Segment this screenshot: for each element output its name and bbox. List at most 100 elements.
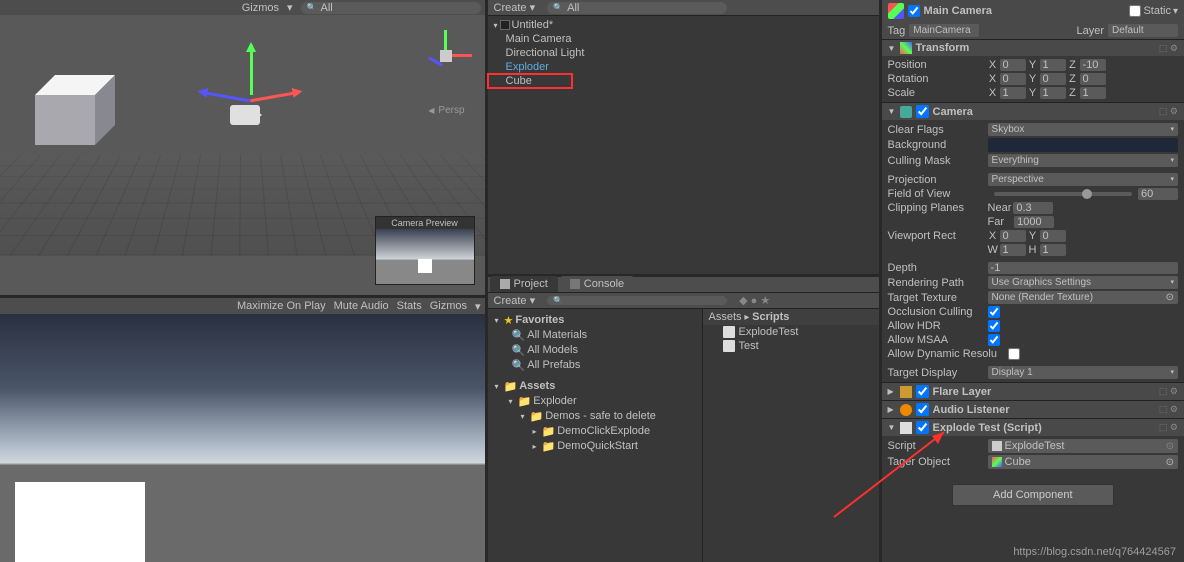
hierarchy-item-exploder[interactable]: Exploder [488, 60, 879, 74]
fov-slider[interactable] [994, 192, 1132, 196]
search-icon: 🔍 [512, 359, 526, 372]
scale-y[interactable]: 1 [1040, 87, 1066, 99]
scene-toolbar: Gizmos▾ All [0, 0, 485, 15]
script-icon [723, 340, 735, 352]
scale-z[interactable]: 1 [1080, 87, 1106, 99]
gameobject-active-checkbox[interactable] [908, 5, 920, 17]
target-display-dropdown[interactable]: Display 1 [988, 366, 1178, 379]
project-breadcrumb[interactable]: Assets ▸ Scripts [703, 309, 879, 325]
project-toolbar: Create ▾ ◆ ● ★ [488, 293, 879, 309]
folder-icon: 📁 [530, 410, 544, 423]
project-tabs: Project Console [488, 277, 879, 293]
fold-icon[interactable]: ▶ [888, 405, 896, 414]
rot-x[interactable]: 0 [1000, 73, 1026, 85]
scene-view[interactable]: Persp Camera Preview [0, 15, 485, 295]
occlusion-checkbox[interactable] [988, 306, 1000, 318]
project-filter-icons[interactable]: ◆ ● ★ [739, 294, 770, 307]
vp-h[interactable]: 1 [1040, 244, 1066, 256]
gameobject-name[interactable]: Main Camera [924, 5, 1126, 17]
msaa-checkbox[interactable] [988, 334, 1000, 346]
pos-y[interactable]: 1 [1040, 59, 1066, 71]
project-search[interactable] [547, 296, 727, 305]
fold-icon[interactable]: ▼ [888, 107, 896, 116]
camera-gizmo-icon[interactable] [230, 105, 260, 125]
gizmos-dropdown[interactable]: Gizmos [242, 2, 279, 14]
favorites-group[interactable]: ▾★Favorites [488, 313, 702, 328]
projection-dropdown[interactable]: Perspective [988, 173, 1178, 186]
far-value[interactable]: 1000 [1014, 216, 1054, 228]
vp-x[interactable]: 0 [1000, 230, 1026, 242]
project-create[interactable]: Create ▾ [494, 294, 536, 307]
folder-demos[interactable]: ▾📁Demos - safe to delete [488, 409, 702, 424]
scene-search[interactable]: All [301, 2, 481, 14]
fav-all-materials[interactable]: 🔍All Materials [488, 328, 702, 343]
background-color[interactable] [988, 138, 1178, 152]
camera-enabled[interactable] [916, 105, 929, 118]
project-tree[interactable]: ▾★Favorites 🔍All Materials 🔍All Models 🔍… [488, 309, 703, 562]
assets-group[interactable]: ▾📁Assets [488, 379, 702, 394]
component-menu-icon[interactable]: ⬚ ⚙ [1159, 404, 1178, 415]
culling-mask-dropdown[interactable]: Everything [988, 154, 1178, 167]
hierarchy-item-cube[interactable]: Cube [488, 74, 572, 88]
pos-x[interactable]: 0 [1000, 59, 1026, 71]
game-gizmos[interactable]: Gizmos [430, 300, 467, 312]
rendering-path-dropdown[interactable]: Use Graphics Settings [988, 276, 1178, 289]
tab-console[interactable]: Console [560, 276, 634, 292]
static-toggle[interactable]: Static ▾ [1129, 5, 1178, 17]
hierarchy-item-directional-light[interactable]: Directional Light [488, 46, 879, 60]
hierarchy-search[interactable]: All [547, 2, 727, 14]
asset-explodetest[interactable]: ExplodeTest [703, 325, 879, 339]
scene-cube[interactable] [35, 85, 95, 145]
folder-exploder[interactable]: ▾📁Exploder [488, 394, 702, 409]
stats[interactable]: Stats [397, 300, 422, 312]
clear-flags-dropdown[interactable]: Skybox [988, 123, 1178, 136]
component-menu-icon[interactable]: ⬚ ⚙ [1159, 106, 1178, 117]
component-menu-icon[interactable]: ⬚ ⚙ [1159, 43, 1178, 54]
target-texture-field[interactable]: None (Render Texture) [988, 291, 1178, 304]
component-camera: ▼Camera⬚ ⚙ Clear FlagsSkybox Background … [882, 102, 1184, 382]
component-menu-icon[interactable]: ⬚ ⚙ [1159, 386, 1178, 397]
vp-w[interactable]: 1 [1000, 244, 1026, 256]
fav-all-models[interactable]: 🔍All Models [488, 343, 702, 358]
rot-z[interactable]: 0 [1080, 73, 1106, 85]
depth-value[interactable]: -1 [988, 262, 1178, 274]
tag-dropdown[interactable]: MainCamera [909, 24, 979, 37]
near-value[interactable]: 0.3 [1013, 202, 1053, 214]
fov-value[interactable]: 60 [1138, 188, 1178, 200]
flare-icon [900, 386, 912, 398]
tab-project[interactable]: Project [490, 276, 558, 292]
component-menu-icon[interactable]: ⬚ ⚙ [1159, 422, 1178, 433]
fold-icon[interactable]: ▼ [888, 44, 896, 53]
hdr-checkbox[interactable] [988, 320, 1000, 332]
rot-y[interactable]: 0 [1040, 73, 1066, 85]
hierarchy-create[interactable]: Create ▾ [494, 1, 536, 14]
prop-scale: Scale [888, 87, 988, 99]
layer-label: Layer [1076, 25, 1104, 37]
dynres-checkbox[interactable] [1008, 348, 1020, 360]
game-view[interactable] [0, 314, 485, 562]
fav-all-prefabs[interactable]: 🔍All Prefabs [488, 358, 702, 373]
layer-dropdown[interactable]: Default [1108, 24, 1178, 37]
unity-logo-icon [500, 20, 510, 30]
maximize-on-play[interactable]: Maximize On Play [237, 300, 326, 312]
scale-x[interactable]: 1 [1000, 87, 1026, 99]
hierarchy-header: Create ▾ All [488, 0, 879, 16]
hierarchy-item-main-camera[interactable]: Main Camera [488, 32, 879, 46]
audio-enabled[interactable] [916, 403, 929, 416]
perspective-label[interactable]: Persp [428, 105, 464, 116]
script-ref[interactable]: ExplodeTest [988, 439, 1178, 453]
vp-y[interactable]: 0 [1040, 230, 1066, 242]
axis-gizmo[interactable] [420, 30, 470, 80]
hierarchy-panel[interactable]: Untitled* Main Camera Directional Light … [488, 16, 879, 274]
hierarchy-scene-root[interactable]: Untitled* [488, 18, 879, 32]
folder-demo-quick[interactable]: ▸📁DemoQuickStart [488, 439, 702, 454]
flare-enabled[interactable] [916, 385, 929, 398]
asset-test[interactable]: Test [703, 339, 879, 353]
mute-audio[interactable]: Mute Audio [334, 300, 389, 312]
tag-label: Tag [888, 25, 906, 37]
add-component-button[interactable]: Add Component [952, 484, 1114, 506]
pos-z[interactable]: -10 [1080, 59, 1106, 71]
tager-object-ref[interactable]: Cube [988, 455, 1178, 469]
folder-demo-click[interactable]: ▸📁DemoClickExplode [488, 424, 702, 439]
fold-icon[interactable]: ▶ [888, 387, 896, 396]
